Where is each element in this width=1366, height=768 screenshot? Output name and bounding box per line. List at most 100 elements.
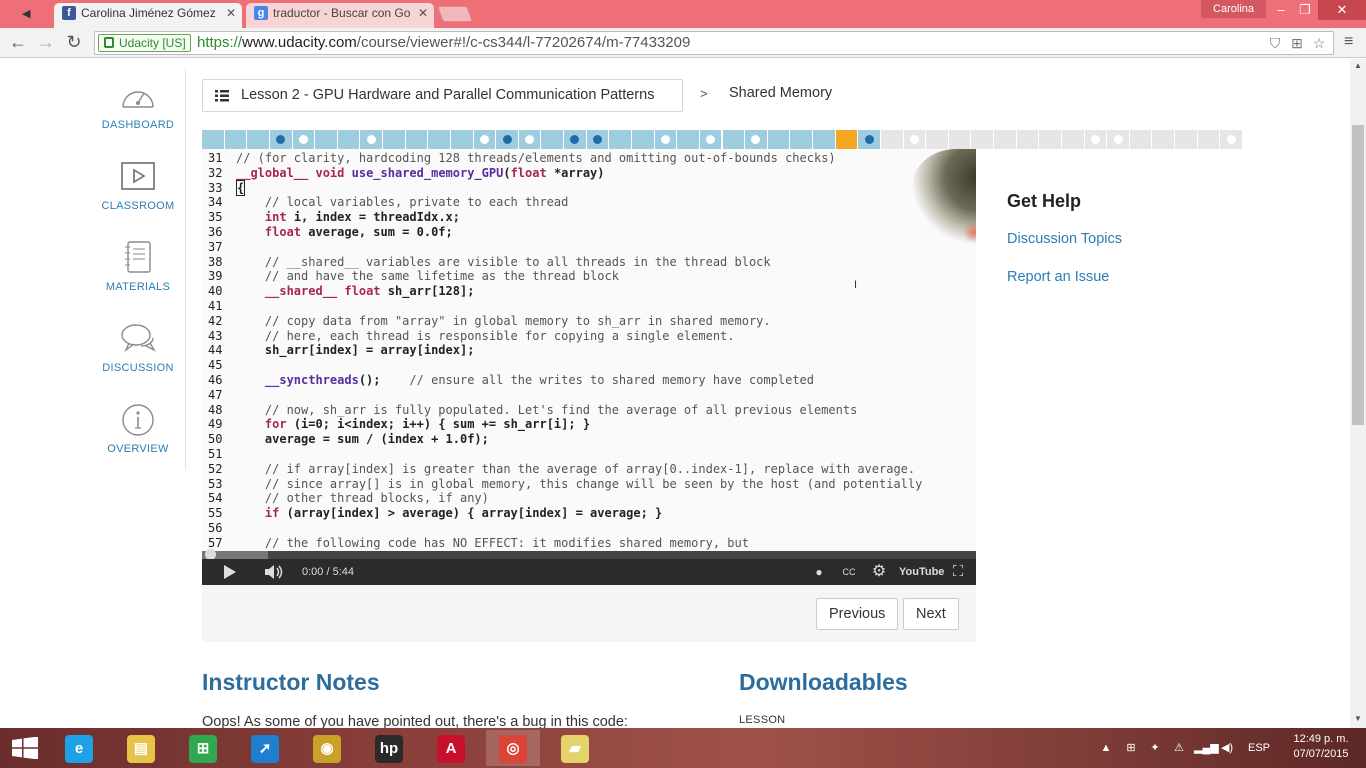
progress-segment[interactable] [948, 130, 971, 149]
progress-segment[interactable] [971, 130, 994, 149]
show-hidden-icons[interactable]: ▲ [1100, 728, 1112, 768]
video-player[interactable]: 31// (for clarity, hardcoding 128 thread… [202, 149, 976, 585]
progress-segment[interactable] [654, 130, 677, 149]
back-icon[interactable]: ← [8, 32, 28, 52]
progress-segment[interactable] [677, 130, 699, 149]
profile-badge[interactable]: Carolina [1201, 0, 1266, 18]
url-text[interactable]: https://www.udacity.com/course/viewer#!/… [197, 33, 690, 53]
rocket-taskbar-icon[interactable]: ➚ [238, 730, 292, 766]
volume-icon[interactable] [264, 565, 284, 579]
reload-icon[interactable]: ↻ [64, 32, 84, 52]
progress-segment[interactable] [586, 130, 609, 149]
bookmark-star-icon[interactable]: ☆ [1311, 35, 1327, 51]
progress-segment[interactable] [767, 130, 790, 149]
volume-tray-icon[interactable]: ◀) [1218, 728, 1236, 768]
chrome-menu-icon[interactable]: ≡ [1344, 34, 1358, 50]
progress-segment[interactable] [202, 130, 224, 149]
progress-segment[interactable] [1175, 130, 1197, 149]
progress-segment[interactable] [450, 130, 473, 149]
hp-taskbar-icon[interactable]: hp [362, 730, 416, 766]
scroll-down-icon[interactable]: ▼ [1350, 712, 1366, 726]
media-taskbar-icon[interactable]: ◉ [300, 730, 354, 766]
file-explorer-taskbar-icon[interactable]: ▤ [114, 730, 168, 766]
shield-icon[interactable]: ⛉ [1267, 35, 1283, 51]
sidebar-item-dashboard[interactable]: DASHBOARD [90, 79, 186, 131]
close-tab-icon[interactable]: ✕ [226, 3, 236, 23]
windows-start-button[interactable] [12, 737, 38, 759]
action-center-icon[interactable]: ⊞ [1122, 728, 1140, 768]
page-scrollbar[interactable]: ▲ ▼ [1350, 59, 1366, 728]
system-clock[interactable]: 12:49 p. m. 07/07/2015 [1286, 732, 1356, 762]
youtube-logo-button[interactable]: YouTube [899, 559, 944, 585]
progress-segment[interactable] [880, 130, 903, 149]
sidebar-item-classroom[interactable]: CLASSROOM [90, 160, 186, 212]
progress-segment[interactable] [496, 130, 518, 149]
progress-segment[interactable] [813, 130, 835, 149]
address-bar[interactable]: Udacity [US] https://www.udacity.com/cou… [94, 31, 1334, 55]
play-button[interactable] [222, 565, 238, 579]
fullscreen-icon[interactable]: ⛶ [948, 559, 968, 585]
progress-segment[interactable] [405, 130, 428, 149]
chrome-taskbar-icon[interactable]: ◎ [486, 730, 540, 766]
progress-segment[interactable] [315, 130, 337, 149]
minimize-icon[interactable]: – [1270, 0, 1292, 20]
watch-later-icon[interactable]: ● [810, 559, 828, 585]
progress-segment[interactable] [745, 130, 767, 149]
forward-icon[interactable]: → [36, 32, 56, 52]
maximize-icon[interactable]: ❐ [1294, 0, 1316, 20]
progress-segment[interactable] [609, 130, 631, 149]
progress-segment[interactable] [903, 130, 926, 149]
previous-button[interactable]: Previous [816, 598, 899, 630]
progress-segment[interactable] [1016, 130, 1039, 149]
progress-segment[interactable] [383, 130, 405, 149]
progress-segment[interactable] [1039, 130, 1061, 149]
ie-taskbar-icon[interactable]: e [52, 730, 106, 766]
store-taskbar-icon[interactable]: ⊞ [176, 730, 230, 766]
browser-tab-google[interactable]: g traductor - Buscar con Go ✕ [246, 3, 434, 28]
adobe-taskbar-icon[interactable]: A [424, 730, 478, 766]
translate-icon[interactable]: ⊞ [1289, 35, 1305, 51]
new-tab-button[interactable] [437, 6, 473, 22]
progress-segment[interactable] [564, 130, 586, 149]
progress-segment[interactable] [1084, 130, 1107, 149]
captions-button[interactable]: CC [839, 559, 859, 585]
progress-segment[interactable] [224, 130, 247, 149]
progress-segment[interactable] [926, 130, 948, 149]
tray-app-icon[interactable]: ✦ [1146, 728, 1164, 768]
ev-certificate-badge[interactable]: Udacity [US] [98, 34, 191, 52]
progress-segment[interactable] [428, 130, 450, 149]
progress-segment[interactable] [292, 130, 315, 149]
sidebar-item-materials[interactable]: MATERIALS [90, 241, 186, 293]
progress-segment[interactable] [473, 130, 496, 149]
progress-segment[interactable] [269, 130, 292, 149]
next-button[interactable]: Next [903, 598, 959, 630]
settings-gear-icon[interactable]: ⚙ [869, 559, 889, 585]
progress-segment[interactable] [1197, 130, 1220, 149]
progress-segment[interactable] [1152, 130, 1175, 149]
progress-segment[interactable] [518, 130, 541, 149]
wifi-signal-icon[interactable]: ▂▄▆ [1194, 728, 1219, 768]
progress-segment[interactable] [1129, 130, 1152, 149]
language-indicator[interactable]: ESP [1244, 728, 1274, 768]
discussion-topics-link[interactable]: Discussion Topics [1007, 231, 1122, 247]
scroll-up-icon[interactable]: ▲ [1350, 59, 1366, 73]
progress-segment[interactable] [1061, 130, 1084, 149]
progress-segment[interactable] [858, 130, 880, 149]
close-tab-icon[interactable]: ✕ [418, 3, 428, 23]
progress-segment[interactable] [247, 130, 269, 149]
sidebar-item-overview[interactable]: OVERVIEW [90, 403, 186, 455]
progress-segment[interactable] [1107, 130, 1129, 149]
progress-segment[interactable] [1220, 130, 1242, 149]
progress-segment[interactable] [337, 130, 360, 149]
browser-tab-facebook[interactable]: f Carolina Jiménez Gómez ✕ [54, 3, 242, 28]
close-window-button[interactable]: ✕ [1318, 0, 1366, 20]
progress-segment[interactable] [790, 130, 813, 149]
progress-segment[interactable] [631, 130, 654, 149]
progress-segment[interactable] [835, 130, 858, 149]
video-seek-bar[interactable] [202, 549, 976, 560]
lesson-selector[interactable]: Lesson 2 - GPU Hardware and Parallel Com… [202, 79, 683, 112]
progress-segment[interactable] [360, 130, 383, 149]
progress-segment[interactable] [994, 130, 1016, 149]
scroll-thumb[interactable] [1352, 125, 1364, 425]
network-warning-icon[interactable]: ⚠ [1170, 728, 1188, 768]
